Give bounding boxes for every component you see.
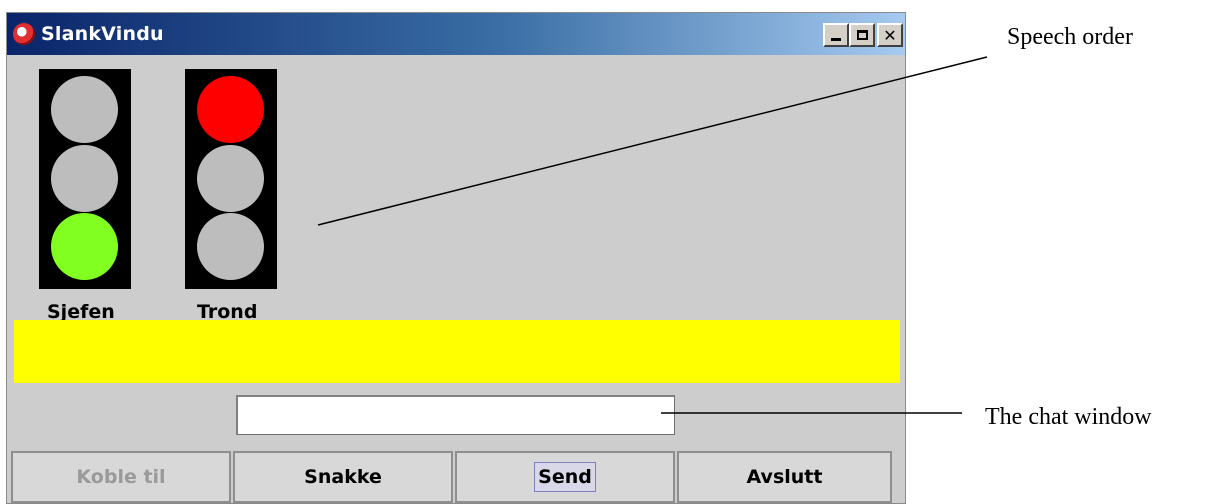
annotation-speech-order: Speech order	[1007, 24, 1133, 50]
annotation-chat-window: The chat window	[985, 404, 1152, 430]
speech-order-pointer	[317, 56, 988, 226]
